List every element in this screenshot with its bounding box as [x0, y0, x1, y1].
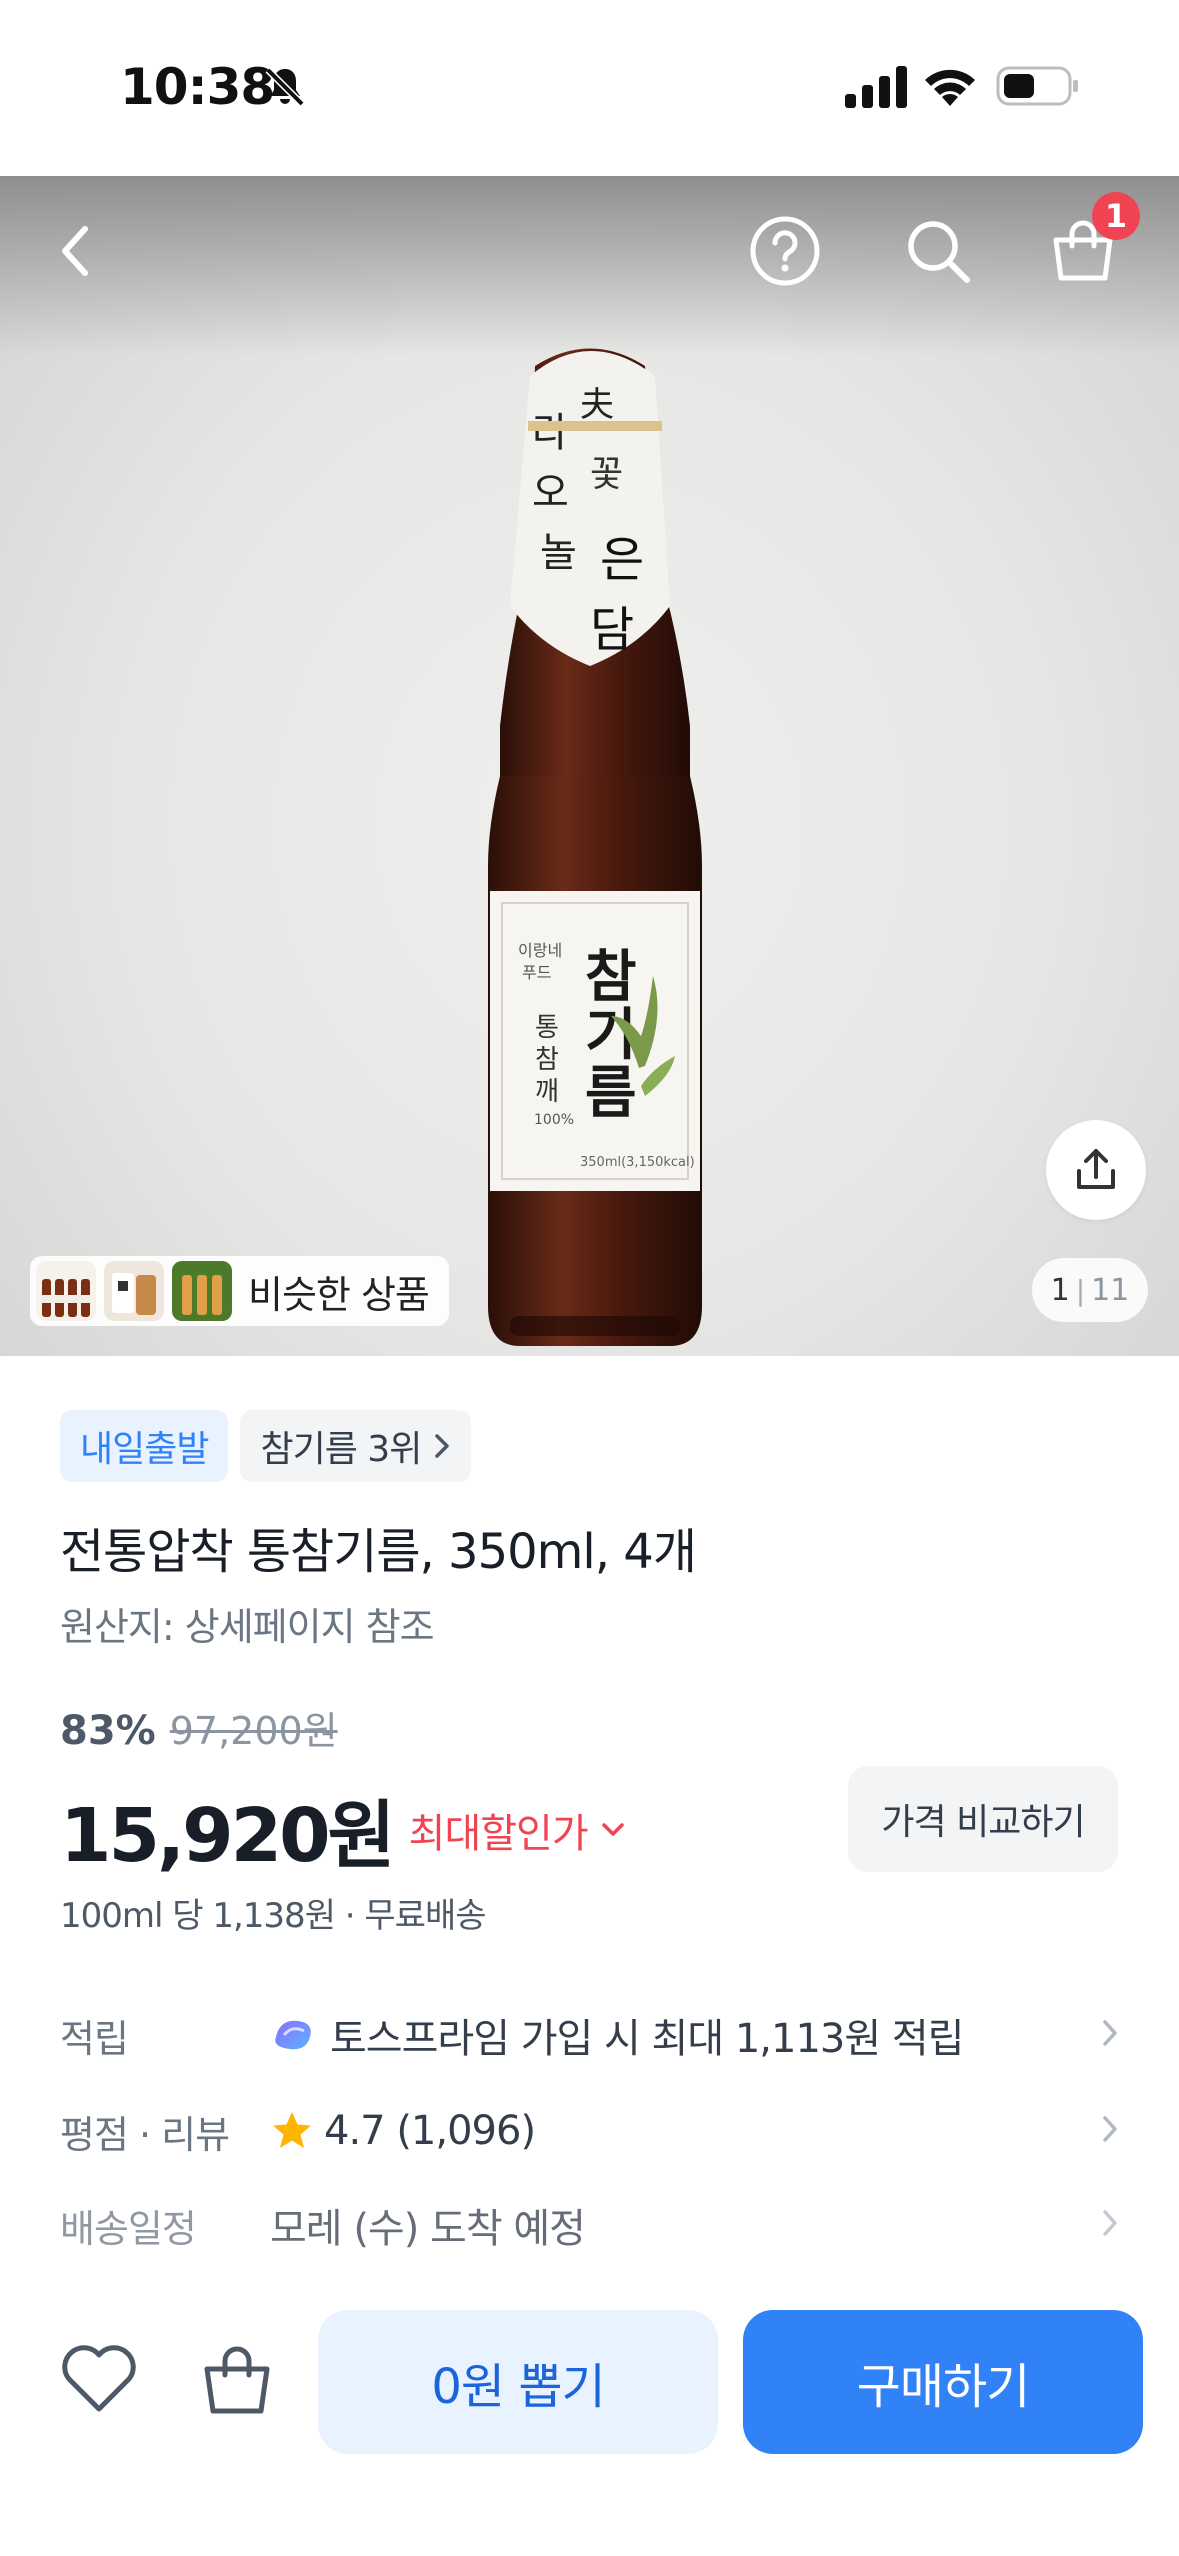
points-value-wrap: 토스프라임 가입 시 최대 1,113원 적립 — [270, 2006, 1080, 2064]
battery-icon — [996, 66, 1078, 106]
help-button[interactable] — [740, 206, 830, 296]
svg-text:참: 참 — [585, 945, 637, 1010]
search-button[interactable] — [893, 206, 983, 296]
points-value: 토스프라임 가입 시 최대 1,113원 적립 — [330, 2016, 964, 2062]
search-icon — [908, 221, 970, 283]
price-row: 15,920원 최대할인가 — [60, 1776, 626, 1883]
svg-text:름: 름 — [585, 1061, 637, 1126]
rating-value-wrap: 4.7 (1,096) — [270, 2108, 1080, 2154]
svg-text:오: 오 — [532, 470, 569, 516]
status-bar: 10:38 — [0, 0, 1179, 176]
svg-text:350ml(3,150kcal): 350ml(3,150kcal) — [580, 1155, 695, 1170]
svg-text:은: 은 — [600, 532, 644, 588]
chevron-down-icon — [601, 1822, 624, 1836]
chevron-right-icon — [1080, 2207, 1120, 2243]
cart-count-badge: 1 — [1092, 192, 1140, 240]
rating-label: 평점 · 리뷰 — [60, 2112, 230, 2157]
delivery-label: 배송일정 — [60, 2206, 197, 2251]
discount-row: 83% 97,200원 — [60, 1700, 338, 1755]
product-image-gallery[interactable]: 1 라 夫 오 꽃 놀 은 담 이랑네 푸드 참 기 름 통 참 깨 100% … — [0, 176, 1179, 1356]
share-button[interactable] — [1046, 1120, 1146, 1220]
original-price: 97,200원 — [169, 1709, 338, 1753]
similar-product-thumbnail — [104, 1261, 164, 1321]
max-discount-toggle[interactable]: 최대할인가 — [409, 1801, 626, 1859]
delivery-row[interactable]: 배송일정 모레 (수) 도착 예정 — [60, 2190, 1120, 2260]
svg-text:통: 통 — [535, 1013, 559, 1043]
star-icon — [273, 2112, 311, 2148]
image-page-counter: 1 | 11 — [1032, 1258, 1148, 1322]
add-to-cart-button[interactable] — [192, 2334, 282, 2424]
discount-rate: 83% — [60, 1708, 156, 1754]
price-compare-button[interactable]: 가격 비교하기 — [848, 1766, 1118, 1872]
product-photo: 라 夫 오 꽃 놀 은 담 이랑네 푸드 참 기 름 통 참 깨 100% 35… — [488, 348, 702, 1346]
svg-text:참: 참 — [535, 1045, 559, 1075]
chevron-right-icon — [1080, 2017, 1120, 2053]
points-row[interactable]: 적립 토스프라임 가입 시 최대 1,113원 적립 — [60, 2000, 1120, 2070]
status-time: 10:38 — [120, 58, 275, 116]
back-button[interactable] — [30, 206, 120, 296]
sale-price: 15,920원 — [60, 1793, 396, 1879]
product-title: 전통압착 통참기름, 350ml, 4개 — [60, 1524, 697, 1580]
total-pages: 11 — [1091, 1272, 1130, 1308]
wifi-icon — [925, 69, 975, 106]
svg-text:夫: 夫 — [580, 385, 614, 425]
svg-text:100%: 100% — [534, 1112, 574, 1128]
rating-value: 4.7 (1,096) — [324, 2108, 536, 2154]
zero-won-draw-button[interactable]: 0원 뽑기 — [318, 2310, 718, 2454]
share-icon — [1077, 1149, 1115, 1189]
tomorrow-shipping-tag: 내일출발 — [60, 1410, 229, 1482]
chevron-right-icon — [435, 1434, 450, 1458]
product-tags: 내일출발 참기름 3위 — [60, 1410, 483, 1482]
shopping-bag-icon — [204, 2346, 270, 2414]
chevron-right-icon — [1080, 2113, 1120, 2149]
similar-products-label: 비슷한 상품 — [248, 1272, 430, 1317]
svg-text:라: 라 — [532, 410, 569, 456]
similar-products-button[interactable]: 비슷한 상품 — [30, 1256, 449, 1326]
question-circle-icon — [750, 216, 820, 286]
similar-product-thumbnail — [36, 1261, 96, 1321]
svg-text:이랑네: 이랑네 — [518, 941, 562, 960]
heart-icon — [62, 2345, 136, 2412]
buy-now-button[interactable]: 구매하기 — [743, 2310, 1143, 2454]
svg-text:꽃: 꽃 — [590, 454, 623, 495]
product-origin: 원산지: 상세페이지 참조 — [60, 1605, 435, 1649]
svg-text:푸드: 푸드 — [522, 963, 551, 982]
wishlist-button[interactable] — [56, 2336, 142, 2422]
similar-product-thumbnail — [172, 1261, 232, 1321]
toss-prime-icon — [275, 2020, 311, 2050]
chevron-left-icon — [62, 226, 88, 276]
points-label: 적립 — [60, 2016, 129, 2061]
rating-review-row[interactable]: 평점 · 리뷰 4.7 (1,096) — [60, 2096, 1120, 2166]
category-rank-label: 참기름 3위 — [260, 1429, 422, 1470]
svg-text:깨: 깨 — [535, 1077, 559, 1107]
current-page: 1 — [1050, 1272, 1070, 1308]
page-separator: | — [1075, 1273, 1086, 1307]
category-rank-tag[interactable]: 참기름 3위 — [240, 1410, 472, 1482]
delivery-value: 모레 (수) 도착 예정 — [270, 2206, 586, 2252]
max-discount-label: 최대할인가 — [408, 1810, 589, 1857]
unit-price-shipping: 100ml 당 1,138원 · 무료배송 — [60, 1896, 487, 1936]
svg-text:놀: 놀 — [540, 530, 577, 576]
signal-icon — [845, 66, 907, 108]
svg-text:담: 담 — [590, 602, 634, 658]
bell-off-icon — [265, 67, 305, 107]
